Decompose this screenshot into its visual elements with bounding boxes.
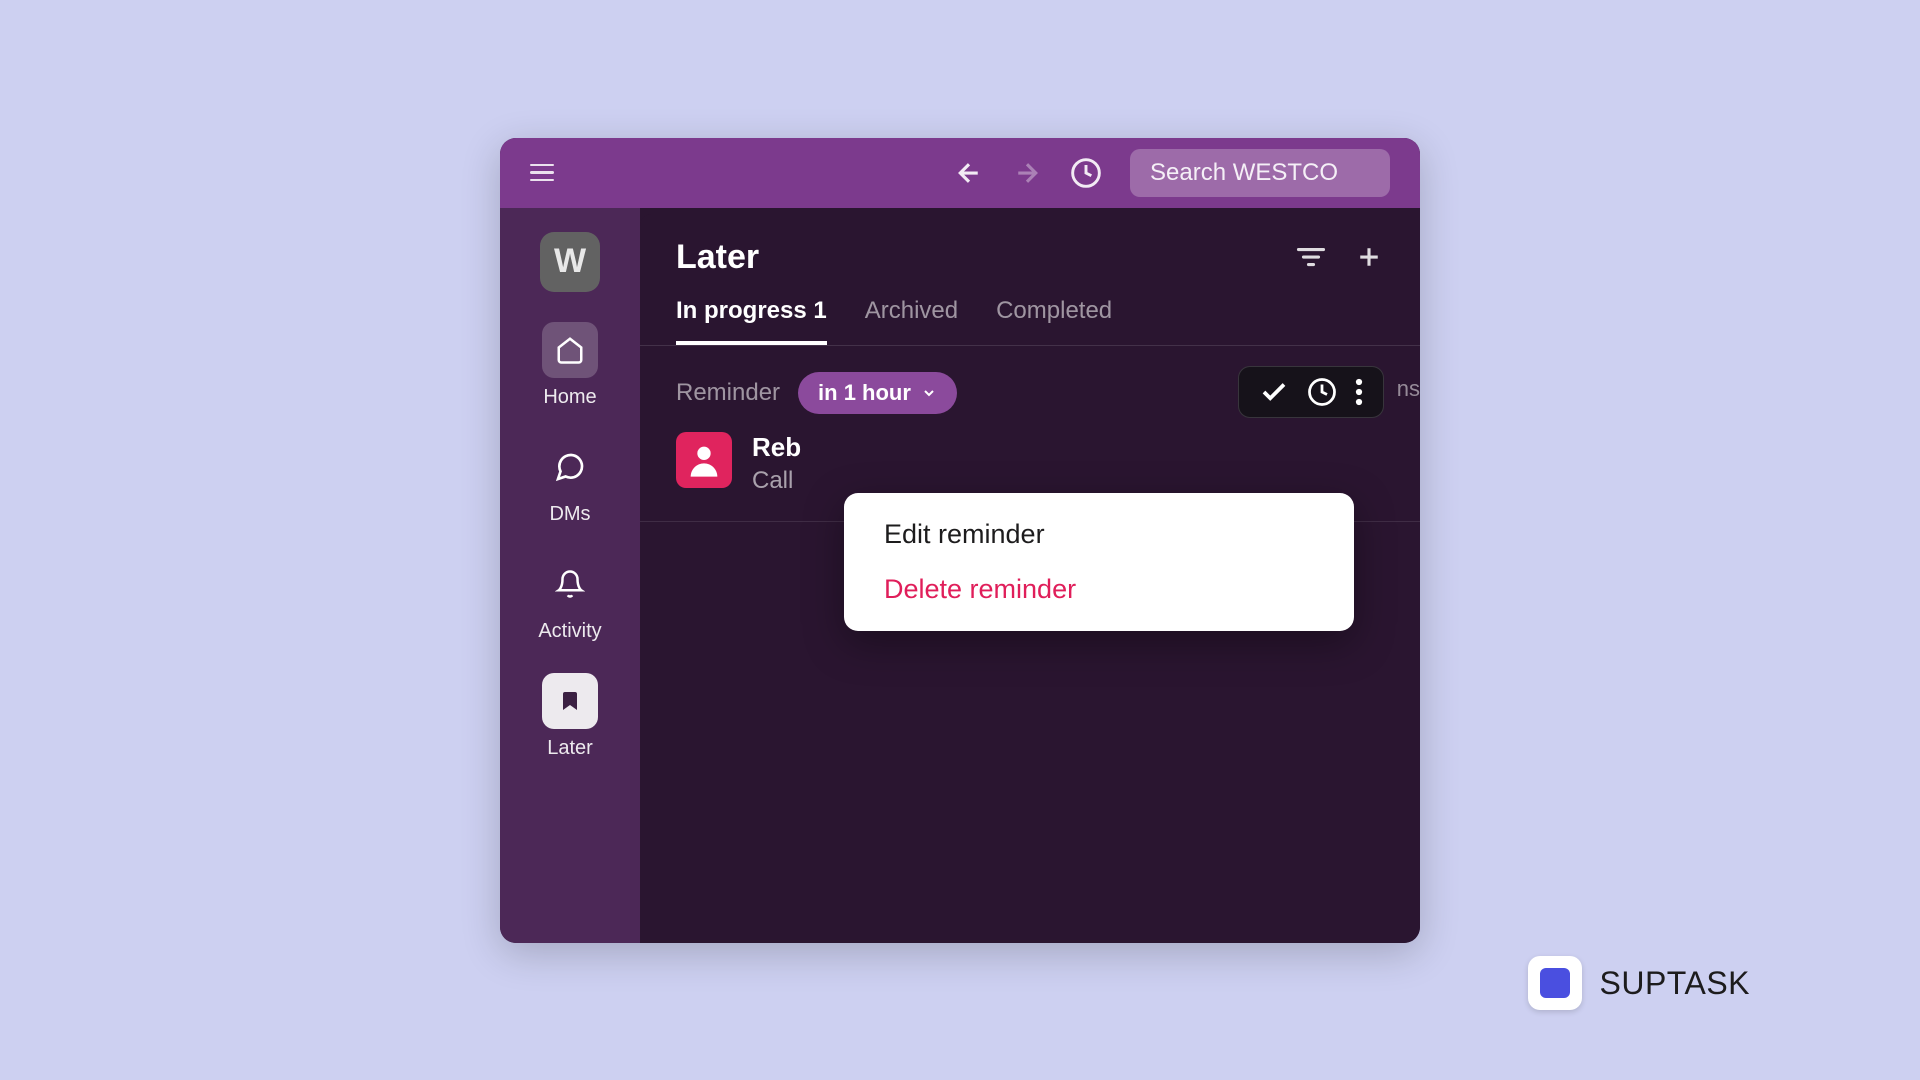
dms-icon [542,439,598,495]
avatar [676,432,732,488]
reminder-action-bar [1238,366,1384,418]
sidebar-item-later[interactable]: Later [542,673,598,760]
menu-item-edit-reminder[interactable]: Edit reminder [844,507,1354,562]
watermark: SUPTASK [1528,956,1751,1010]
sidebar-item-activity[interactable]: Activity [538,556,601,643]
search-input[interactable]: Search WESTCO [1130,149,1390,197]
sidebar-item-dms[interactable]: DMs [542,439,598,526]
top-bar: Search WESTCO [500,138,1420,208]
reminder-description: Call [752,467,801,495]
clock-icon [1070,157,1102,189]
chevron-down-icon [921,385,937,401]
forward-button[interactable] [1012,158,1042,188]
nav-buttons: Search WESTCO [954,149,1390,197]
complete-button[interactable] [1259,377,1289,407]
more-vertical-icon [1355,377,1363,407]
add-button[interactable] [1354,242,1384,272]
content-header: Later [640,238,1420,297]
menu-item-delete-reminder[interactable]: Delete reminder [844,562,1354,617]
watermark-text: SUPTASK [1600,965,1751,1002]
hamburger-menu-icon[interactable] [530,164,554,182]
reminder-label: Reminder [676,379,780,407]
arrow-right-icon [1012,158,1042,188]
plus-icon [1354,242,1384,272]
back-button[interactable] [954,158,984,188]
history-button[interactable] [1070,157,1102,189]
reminder-time-chip[interactable]: in 1 hour [798,372,957,414]
tab-archived[interactable]: Archived [865,297,958,345]
sidebar-item-home[interactable]: Home [542,322,598,409]
filter-icon [1296,244,1326,270]
more-options-button[interactable] [1355,377,1363,407]
home-icon [542,322,598,378]
sidebar-item-label: Activity [538,620,601,643]
arrow-left-icon [954,158,984,188]
truncated-actions-text: ns [1397,376,1420,402]
reminder-sender: Reb [752,432,801,463]
sidebar-item-label: Later [547,737,593,760]
app-window: Search WESTCO W Home DMs Act [500,138,1420,943]
page-title: Later [676,238,759,277]
sidebar-item-label: DMs [549,503,590,526]
sidebar-item-label: Home [543,386,596,409]
check-icon [1259,377,1289,407]
tab-completed[interactable]: Completed [996,297,1112,345]
snooze-button[interactable] [1307,377,1337,407]
reminder-time-text: in 1 hour [818,380,911,406]
sidebar: W Home DMs Activity [500,208,640,943]
tabs: In progress 1 Archived Completed [640,297,1420,346]
bell-icon [542,556,598,612]
bookmark-icon [542,673,598,729]
workspace-switcher[interactable]: W [540,232,600,292]
watermark-logo [1528,956,1582,1010]
filter-button[interactable] [1296,244,1326,270]
person-icon [684,440,724,480]
tab-in-progress[interactable]: In progress 1 [676,297,827,345]
context-menu: Edit reminder Delete reminder [844,493,1354,631]
clock-icon [1307,377,1337,407]
